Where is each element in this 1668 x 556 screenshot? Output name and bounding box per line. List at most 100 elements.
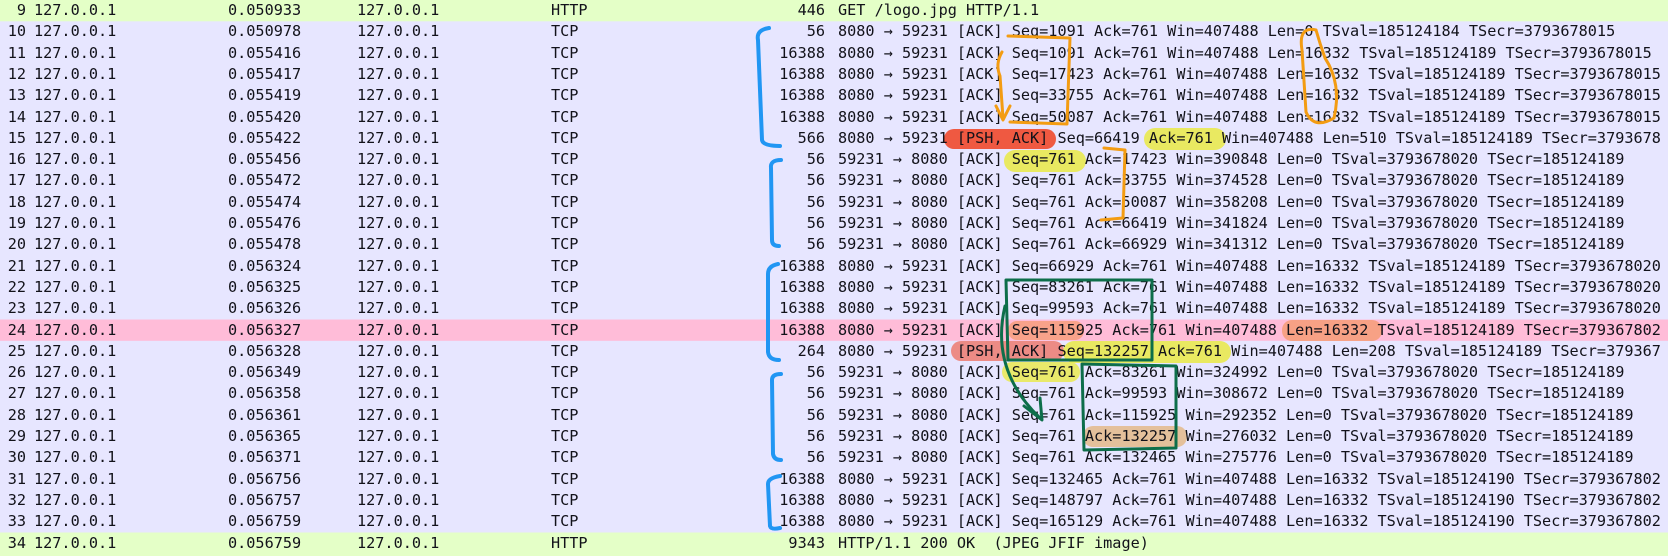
packet-no-cell: 10 — [7, 22, 26, 41]
packet-info-cell: 59231 → 8080 [ACK] Seq=761 Ack=17423 Win… — [838, 150, 1625, 169]
packet-time-cell: 0.055417 — [228, 64, 302, 83]
packet-time-cell: 0.056371 — [228, 448, 302, 467]
packet-info-cell: 8080 → 59231 [ACK] Seq=99593 Ack=761 Win… — [838, 299, 1661, 318]
packet-no-cell: 9 — [16, 1, 26, 19]
packet-dst-cell: 127.0.0.1 — [357, 277, 440, 296]
packet-time-cell: 0.055476 — [228, 214, 302, 232]
packet-row[interactable]: 27 127.0.0.1 0.056358 127.0.0.1 TCP 56 59231 →… — [0, 383, 1668, 404]
packet-info-cell: 8080 → 59231 [ACK] Seq=83261 Ack=761 Win… — [838, 277, 1661, 296]
packet-row[interactable]: 13 127.0.0.1 0.055419 127.0.0.1 TCP 16388 8080… — [0, 85, 1668, 106]
packet-row[interactable]: 33 127.0.0.1 0.056759 127.0.0.1 TCP 16388 8080… — [0, 511, 1668, 532]
packet-src-cell: 127.0.0.1 — [34, 427, 117, 445]
packet-time-cell: 0.055422 — [228, 128, 302, 147]
packet-time-cell: 0.056328 — [228, 341, 302, 360]
packet-row[interactable]: 28 127.0.0.1 0.056361 127.0.0.1 TCP 56 59231 →… — [0, 405, 1668, 426]
packet-src-cell: 127.0.0.1 — [34, 469, 117, 488]
packet-info-cell: 8080 → 59231 [ACK] Seq=33755 Ack=761 Win… — [838, 86, 1661, 105]
packet-src-cell: 127.0.0.1 — [34, 1, 117, 19]
packet-row[interactable]: 32 127.0.0.1 0.056757 127.0.0.1 TCP 16388 8080… — [0, 490, 1668, 511]
packet-info-cell: 59231 → 8080 [ACK] Seq=761 Ack=50087 Win… — [838, 192, 1625, 211]
packet-time-cell: 0.056757 — [228, 490, 302, 509]
packet-row[interactable]: 19 127.0.0.1 0.055476 127.0.0.1 TCP 56 59231 →… — [0, 213, 1668, 234]
packet-no-cell: 20 — [7, 235, 26, 254]
packet-no-cell: 18 — [7, 192, 26, 211]
packet-proto-cell: TCP — [551, 86, 579, 105]
packet-info-cell: 8080 → 59231 [ACK] Seq=1091 Ack=761 Win=… — [838, 22, 1616, 41]
packet-row[interactable]: 34 127.0.0.1 0.056759 127.0.0.1 HTTP 9343 HTTP… — [0, 533, 1668, 554]
packet-src-cell: 127.0.0.1 — [34, 64, 117, 83]
packet-proto-cell: TCP — [551, 43, 579, 62]
packet-len-cell: 9343 — [788, 533, 825, 552]
packet-row[interactable]: 20 127.0.0.1 0.055478 127.0.0.1 TCP 56 59231 →… — [0, 234, 1668, 255]
packet-src-cell: 127.0.0.1 — [34, 128, 117, 147]
packet-no-cell: 31 — [7, 469, 26, 488]
packet-proto-cell: TCP — [551, 448, 579, 467]
packet-row[interactable]: 26 127.0.0.1 0.056349 127.0.0.1 TCP 56 59231 →… — [0, 362, 1668, 383]
packet-dst-cell: 127.0.0.1 — [357, 43, 440, 62]
packet-proto-cell: TCP — [551, 150, 579, 169]
packet-src-cell: 127.0.0.1 — [34, 22, 117, 41]
packet-row[interactable]: 22 127.0.0.1 0.056325 127.0.0.1 TCP 16388 8080… — [0, 277, 1668, 298]
packet-src-cell: 127.0.0.1 — [34, 533, 117, 552]
packet-proto-cell: TCP — [551, 171, 579, 190]
packet-len-cell: 16388 — [779, 490, 825, 509]
packet-src-cell: 127.0.0.1 — [34, 192, 117, 211]
packet-row[interactable]: 23 127.0.0.1 0.056326 127.0.0.1 TCP 16388 8080… — [0, 298, 1668, 319]
packet-proto-cell: TCP — [551, 107, 579, 126]
packet-info-cell: 59231 → 8080 [ACK] Seq=761 Ack=33755 Win… — [838, 171, 1625, 190]
packet-row[interactable]: 17 127.0.0.1 0.055472 127.0.0.1 TCP 56 59231 →… — [0, 170, 1668, 191]
packet-dst-cell: 127.0.0.1 — [357, 64, 440, 83]
packet-dst-cell: 127.0.0.1 — [357, 192, 440, 211]
packet-src-cell: 127.0.0.1 — [34, 405, 117, 424]
packet-row[interactable]: 14 127.0.0.1 0.055420 127.0.0.1 TCP 16388 8080… — [0, 107, 1668, 128]
packet-row[interactable]: 11 127.0.0.1 0.055416 127.0.0.1 TCP 16388 8080… — [0, 43, 1668, 64]
packet-row[interactable]: 15 127.0.0.1 0.055422 127.0.0.1 TCP 566 8080 →… — [0, 128, 1668, 149]
packet-row[interactable]: 25 127.0.0.1 0.056328 127.0.0.1 TCP 264 8080 →… — [0, 341, 1668, 362]
packet-no-cell: 24 — [7, 320, 26, 339]
packet-dst-cell: 127.0.0.1 — [357, 320, 440, 339]
packet-info-cell: 59231 → 8080 [ACK] Seq=761 Ack=83261 Win… — [838, 363, 1625, 382]
packet-row[interactable]: 16 127.0.0.1 0.055456 127.0.0.1 TCP 56 59231 →… — [0, 149, 1668, 170]
packet-proto-cell: TCP — [551, 235, 579, 254]
packet-proto-cell: TCP — [551, 256, 579, 275]
packet-info-cell: 59231 → 8080 [ACK] Seq=761 Ack=132465 Wi… — [838, 448, 1634, 467]
packet-row[interactable]: 9 127.0.0.1 0.050933 127.0.0.1 HTTP 446 GET /l… — [0, 0, 1668, 21]
packet-len-cell: 56 — [806, 22, 825, 41]
packet-src-cell: 127.0.0.1 — [34, 150, 117, 169]
packet-len-cell: 16388 — [779, 64, 825, 83]
packet-no-cell: 34 — [7, 533, 26, 552]
packet-time-cell: 0.055472 — [228, 171, 302, 190]
packet-src-cell: 127.0.0.1 — [34, 363, 117, 382]
packet-info-cell: 8080 → 59231 [PSH, ACK] Seq=132257 Ack=7… — [838, 341, 1661, 360]
packet-len-cell: 56 — [806, 192, 825, 211]
packet-src-cell: 127.0.0.1 — [34, 214, 117, 232]
packet-row[interactable]: 21 127.0.0.1 0.056324 127.0.0.1 TCP 16388 8080… — [0, 256, 1668, 277]
packet-src-cell: 127.0.0.1 — [34, 299, 117, 318]
packet-proto-cell: TCP — [551, 320, 579, 339]
packet-row[interactable]: 12 127.0.0.1 0.055417 127.0.0.1 TCP 16388 8080… — [0, 64, 1668, 85]
packet-proto-cell: HTTP — [551, 533, 588, 552]
packet-dst-cell: 127.0.0.1 — [357, 107, 440, 126]
packet-row[interactable]: 10 127.0.0.1 0.050978 127.0.0.1 TCP 56 8080 → … — [0, 21, 1668, 42]
packet-row[interactable]: 31 127.0.0.1 0.056756 127.0.0.1 TCP 16388 8080… — [0, 469, 1668, 490]
packet-row[interactable]: 30 127.0.0.1 0.056371 127.0.0.1 TCP 56 59231 →… — [0, 447, 1668, 468]
packet-len-cell: 16388 — [779, 299, 825, 318]
packet-row[interactable]: 18 127.0.0.1 0.055474 127.0.0.1 TCP 56 59231 →… — [0, 192, 1668, 213]
packet-src-cell: 127.0.0.1 — [34, 86, 117, 105]
packet-time-cell: 0.050933 — [228, 1, 302, 19]
packet-src-cell: 127.0.0.1 — [34, 235, 117, 254]
packet-no-cell: 11 — [7, 43, 26, 62]
packet-no-cell: 21 — [7, 256, 26, 275]
packet-row[interactable]: 29 127.0.0.1 0.056365 127.0.0.1 TCP 56 59231 →… — [0, 426, 1668, 447]
packet-dst-cell: 127.0.0.1 — [357, 128, 440, 147]
packet-info-cell: 8080 → 59231 [ACK] Seq=1091 Ack=761 Win=… — [838, 43, 1652, 62]
packet-info-cell: 59231 → 8080 [ACK] Seq=761 Ack=66419 Win… — [838, 214, 1625, 232]
packet-dst-cell: 127.0.0.1 — [357, 341, 440, 360]
packet-len-cell: 16388 — [779, 469, 825, 488]
packet-info-cell: 59231 → 8080 [ACK] Seq=761 Ack=66929 Win… — [838, 235, 1625, 254]
packet-no-cell: 32 — [7, 490, 26, 509]
packet-row[interactable]: 24 127.0.0.1 0.056327 127.0.0.1 TCP 16388 8080… — [0, 320, 1668, 341]
packet-src-cell: 127.0.0.1 — [34, 171, 117, 190]
packet-time-cell: 0.055474 — [228, 192, 302, 211]
packet-no-cell: 16 — [7, 150, 26, 169]
